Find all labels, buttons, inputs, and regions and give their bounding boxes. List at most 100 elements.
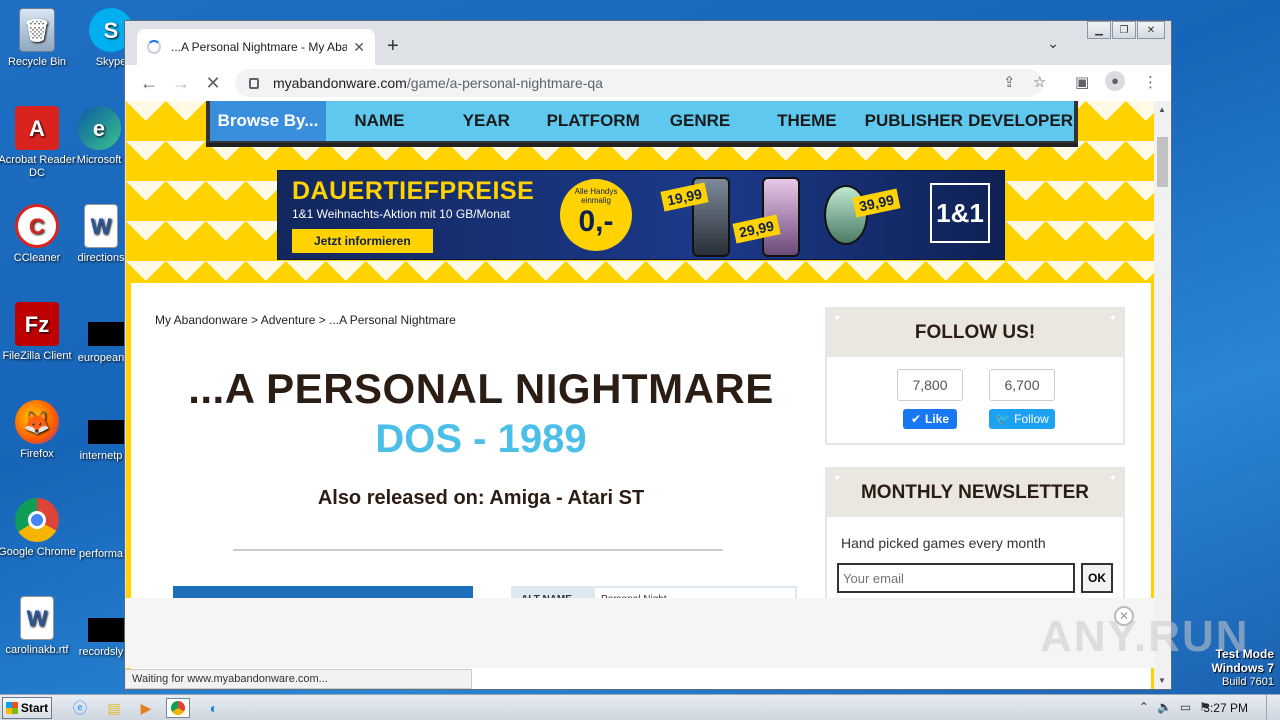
nav-platform[interactable]: PLATFORM [540, 101, 647, 141]
redacted-icon [88, 618, 124, 642]
more-menu-icon[interactable]: ⋮ [1143, 73, 1158, 91]
close-overlay-icon[interactable]: ✕ [1114, 606, 1134, 626]
twitter-follow-label: Follow [1014, 412, 1049, 426]
close-tab-icon[interactable]: ✕ [353, 39, 365, 56]
url-path: /game/a-personal-nightmare-qa [406, 75, 603, 91]
newsletter-box: ✦ MONTHLY NEWSLETTER ✦ Hand picked games… [825, 467, 1125, 619]
edge-taskbar-icon[interactable]: ◐ [202, 698, 226, 718]
ad-circle-price: 0,- [578, 205, 614, 238]
ad-cta-button[interactable]: Jetzt informieren [292, 229, 433, 253]
windows-edition: Windows 7 [1211, 661, 1274, 675]
volume-icon[interactable]: 🔈 [1157, 700, 1172, 714]
follow-us-title: FOLLOW US! [914, 322, 1036, 343]
twitter-bird-icon: 🐦 [995, 412, 1011, 426]
browse-by-button[interactable]: Browse By... [210, 101, 326, 141]
ad-subtext: 1&1 Weihnachts-Aktion mit 10 GB/Monat [292, 207, 510, 221]
new-tab-icon[interactable]: + [387, 35, 399, 58]
test-mode-label: Test Mode [1215, 647, 1274, 661]
newsletter-ok-button[interactable]: OK [1081, 563, 1113, 593]
browser-window: ...A Personal Nightmare - My Aband ✕ + ⌄… [124, 20, 1172, 690]
also-released-on: Also released on: Amiga - Atari ST [317, 487, 645, 509]
firefox-icon: 🦊 [15, 400, 59, 444]
newsletter-header: ✦ MONTHLY NEWSLETTER ✦ [827, 469, 1123, 517]
loading-spinner-icon [147, 40, 161, 54]
show-desktop-button[interactable] [1266, 695, 1280, 720]
nav-genre[interactable]: GENRE [647, 101, 754, 141]
facebook-count: 7,800 [897, 369, 963, 401]
lock-icon [249, 77, 259, 89]
ad-headline: DAUERTIEFPREISE [292, 177, 535, 205]
file-explorer-icon[interactable]: ▤ [102, 698, 126, 718]
chevron-down-icon[interactable]: ⌄ [1047, 35, 1059, 52]
nav-developer[interactable]: DEVELOPER [967, 101, 1074, 141]
tab-title: ...A Personal Nightmare - My Aband [171, 40, 348, 54]
taskbar: Start ⓔ ▤ ▶ ◐ ⌃ 🔈 ▭ ⚑ 3:27 PM [0, 694, 1280, 720]
follow-us-box: ✦ FOLLOW US! ✦ 7,800 ✔ Like 6,700 🐦 Foll… [825, 307, 1125, 445]
network-icon[interactable]: ▭ [1180, 700, 1191, 714]
facebook-like-button[interactable]: ✔ Like [903, 409, 957, 429]
advertisement-banner[interactable]: DAUERTIEFPREISE 1&1 Weihnachts-Aktion mi… [277, 170, 1005, 260]
minimize-icon[interactable]: ▁ [1087, 21, 1111, 39]
tab-strip: ...A Personal Nightmare - My Aband ✕ + ⌄… [125, 21, 1171, 65]
newsletter-title: MONTHLY NEWSLETTER [860, 482, 1089, 503]
start-button[interactable]: Start [2, 697, 52, 719]
close-window-icon[interactable]: ✕ [1137, 21, 1165, 39]
email-field[interactable] [837, 563, 1075, 593]
browse-nav-links: NAME YEAR PLATFORM GENRE THEME PUBLISHER… [326, 101, 1074, 141]
nav-year[interactable]: YEAR [433, 101, 540, 141]
facebook-like-label: Like [925, 412, 950, 426]
redacted-icon [88, 420, 124, 444]
nav-publisher[interactable]: PUBLISHER [860, 101, 967, 141]
twitter-follow-button[interactable]: 🐦 Follow [989, 409, 1055, 429]
page-scrollbar[interactable]: ▲ ▼ [1154, 101, 1171, 689]
browse-navbar: Browse By... NAME YEAR PLATFORM GENRE TH… [206, 101, 1078, 147]
word-doc-icon: W [84, 204, 118, 248]
scroll-down-icon[interactable]: ▼ [1158, 676, 1166, 685]
media-player-icon[interactable]: ▶ [134, 698, 158, 718]
recycle-bin-icon: 🗑 [19, 8, 55, 52]
ad-circle-caption: Alle Handys einmalig [574, 187, 618, 205]
browser-toolbar: ← → ✕ myabandonware.com/game/a-personal-… [125, 65, 1171, 101]
chrome-taskbar-icon[interactable] [166, 698, 190, 718]
windows-build: Build 7601 [1222, 676, 1274, 688]
stop-loading-icon[interactable]: ✕ [201, 71, 225, 95]
breadcrumb[interactable]: My Abandonware > Adventure > ...A Person… [155, 313, 456, 327]
game-title: ...A PERSONAL NIGHTMARE [188, 365, 774, 412]
follow-us-body: 7,800 ✔ Like 6,700 🐦 Follow [827, 357, 1123, 443]
system-tray: ⌃ 🔈 ▭ ⚑ [1139, 700, 1210, 714]
twitter-count: 6,700 [989, 369, 1055, 401]
maximize-icon[interactable]: ❐ [1112, 21, 1136, 39]
profile-icon[interactable]: ● [1105, 71, 1125, 91]
browser-tab[interactable]: ...A Personal Nightmare - My Aband ✕ [137, 29, 375, 65]
clock[interactable]: 3:27 PM [1203, 701, 1248, 715]
nav-theme[interactable]: THEME [753, 101, 860, 141]
side-panel-icon[interactable]: ▣ [1075, 73, 1089, 91]
share-icon[interactable]: ⇪ [1003, 73, 1016, 91]
follow-us-header: ✦ FOLLOW US! ✦ [827, 309, 1123, 357]
back-icon[interactable]: ← [137, 71, 161, 95]
address-bar[interactable]: myabandonware.com/game/a-personal-nightm… [235, 69, 1043, 97]
windows-logo-icon [5, 702, 18, 714]
page-bottom-overlay [125, 598, 1155, 668]
ad-price-circle: Alle Handys einmalig 0,- [560, 179, 632, 251]
internet-explorer-icon[interactable]: ⓔ [68, 698, 92, 718]
game-platform-year[interactable]: DOS - 1989 [151, 417, 811, 462]
sparkle-icon: ✦ [1108, 313, 1117, 324]
word-doc-icon: W [20, 596, 54, 640]
start-label: Start [20, 701, 49, 715]
newsletter-description: Hand picked games every month [841, 535, 1046, 551]
chrome-icon [15, 498, 59, 542]
forward-icon[interactable]: → [169, 71, 193, 95]
desktop-icon-recycle-bin[interactable]: 🗑 Recycle Bin [0, 8, 76, 69]
bookmark-star-icon[interactable]: ☆ [1033, 73, 1046, 91]
scroll-up-icon[interactable]: ▲ [1158, 105, 1166, 114]
acrobat-icon: A [15, 106, 59, 150]
redacted-icon [88, 322, 124, 346]
windows-test-mode-notice: Test Mode Windows 7 Build 7601 [1211, 648, 1274, 689]
filezilla-icon: Fz [15, 302, 59, 346]
sparkle-icon: ✦ [833, 313, 842, 324]
tray-expand-icon[interactable]: ⌃ [1139, 700, 1149, 714]
scrollbar-thumb[interactable] [1157, 137, 1168, 187]
checkmark-icon: ✔ [910, 412, 922, 426]
nav-name[interactable]: NAME [326, 101, 433, 141]
